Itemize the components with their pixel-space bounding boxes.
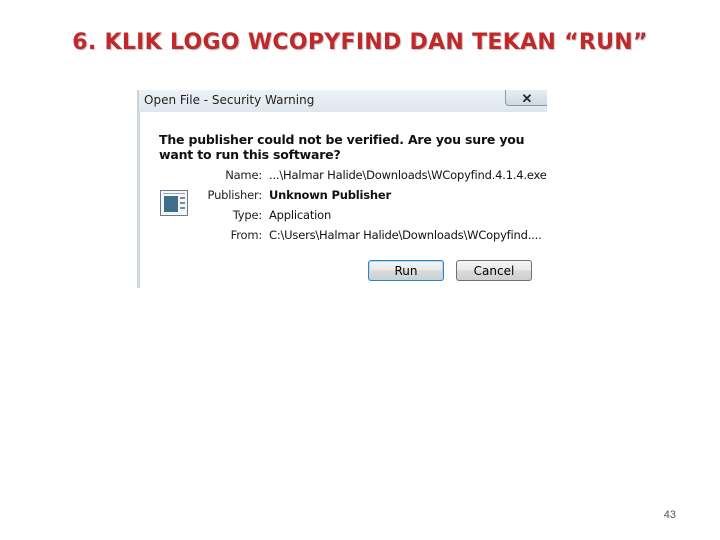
publisher-value: Unknown Publisher bbox=[269, 188, 391, 202]
type-label: Type: bbox=[232, 208, 262, 222]
info-row-type: Type: Application bbox=[190, 208, 545, 224]
dialog-body: The publisher could not be verified. Are… bbox=[137, 112, 547, 288]
info-row-name: Name: ...\Halmar Halide\Downloads\WCopyf… bbox=[190, 168, 547, 184]
type-value: Application bbox=[269, 208, 332, 222]
info-row-from: From: C:\Users\Halmar Halide\Downloads\W… bbox=[190, 228, 545, 244]
info-row-publisher: Publisher: Unknown Publisher bbox=[190, 188, 545, 204]
from-value: C:\Users\Halmar Halide\Downloads\WCopyfi… bbox=[269, 228, 542, 242]
executable-file-icon bbox=[160, 190, 188, 216]
from-label: From: bbox=[230, 228, 263, 242]
security-warning-dialog: Open File - Security Warning ✕ The publi… bbox=[137, 90, 547, 288]
dialog-title: Open File - Security Warning bbox=[144, 93, 315, 107]
run-button[interactable]: Run bbox=[368, 260, 444, 281]
warning-question: The publisher could not be verified. Are… bbox=[159, 132, 525, 162]
slide-title: 6. KLIK LOGO WCOPYFIND DAN TEKAN “RUN” bbox=[72, 30, 648, 55]
cancel-button[interactable]: Cancel bbox=[456, 260, 532, 281]
publisher-label: Publisher: bbox=[207, 188, 263, 202]
name-label: Name: bbox=[225, 168, 262, 182]
name-value: ...\Halmar Halide\Downloads\WCopyfind.4.… bbox=[269, 168, 547, 182]
dialog-titlebar[interactable]: Open File - Security Warning ✕ bbox=[137, 90, 547, 112]
page-number: 43 bbox=[663, 509, 676, 521]
close-button[interactable]: ✕ bbox=[505, 90, 547, 106]
close-icon: ✕ bbox=[521, 91, 533, 106]
